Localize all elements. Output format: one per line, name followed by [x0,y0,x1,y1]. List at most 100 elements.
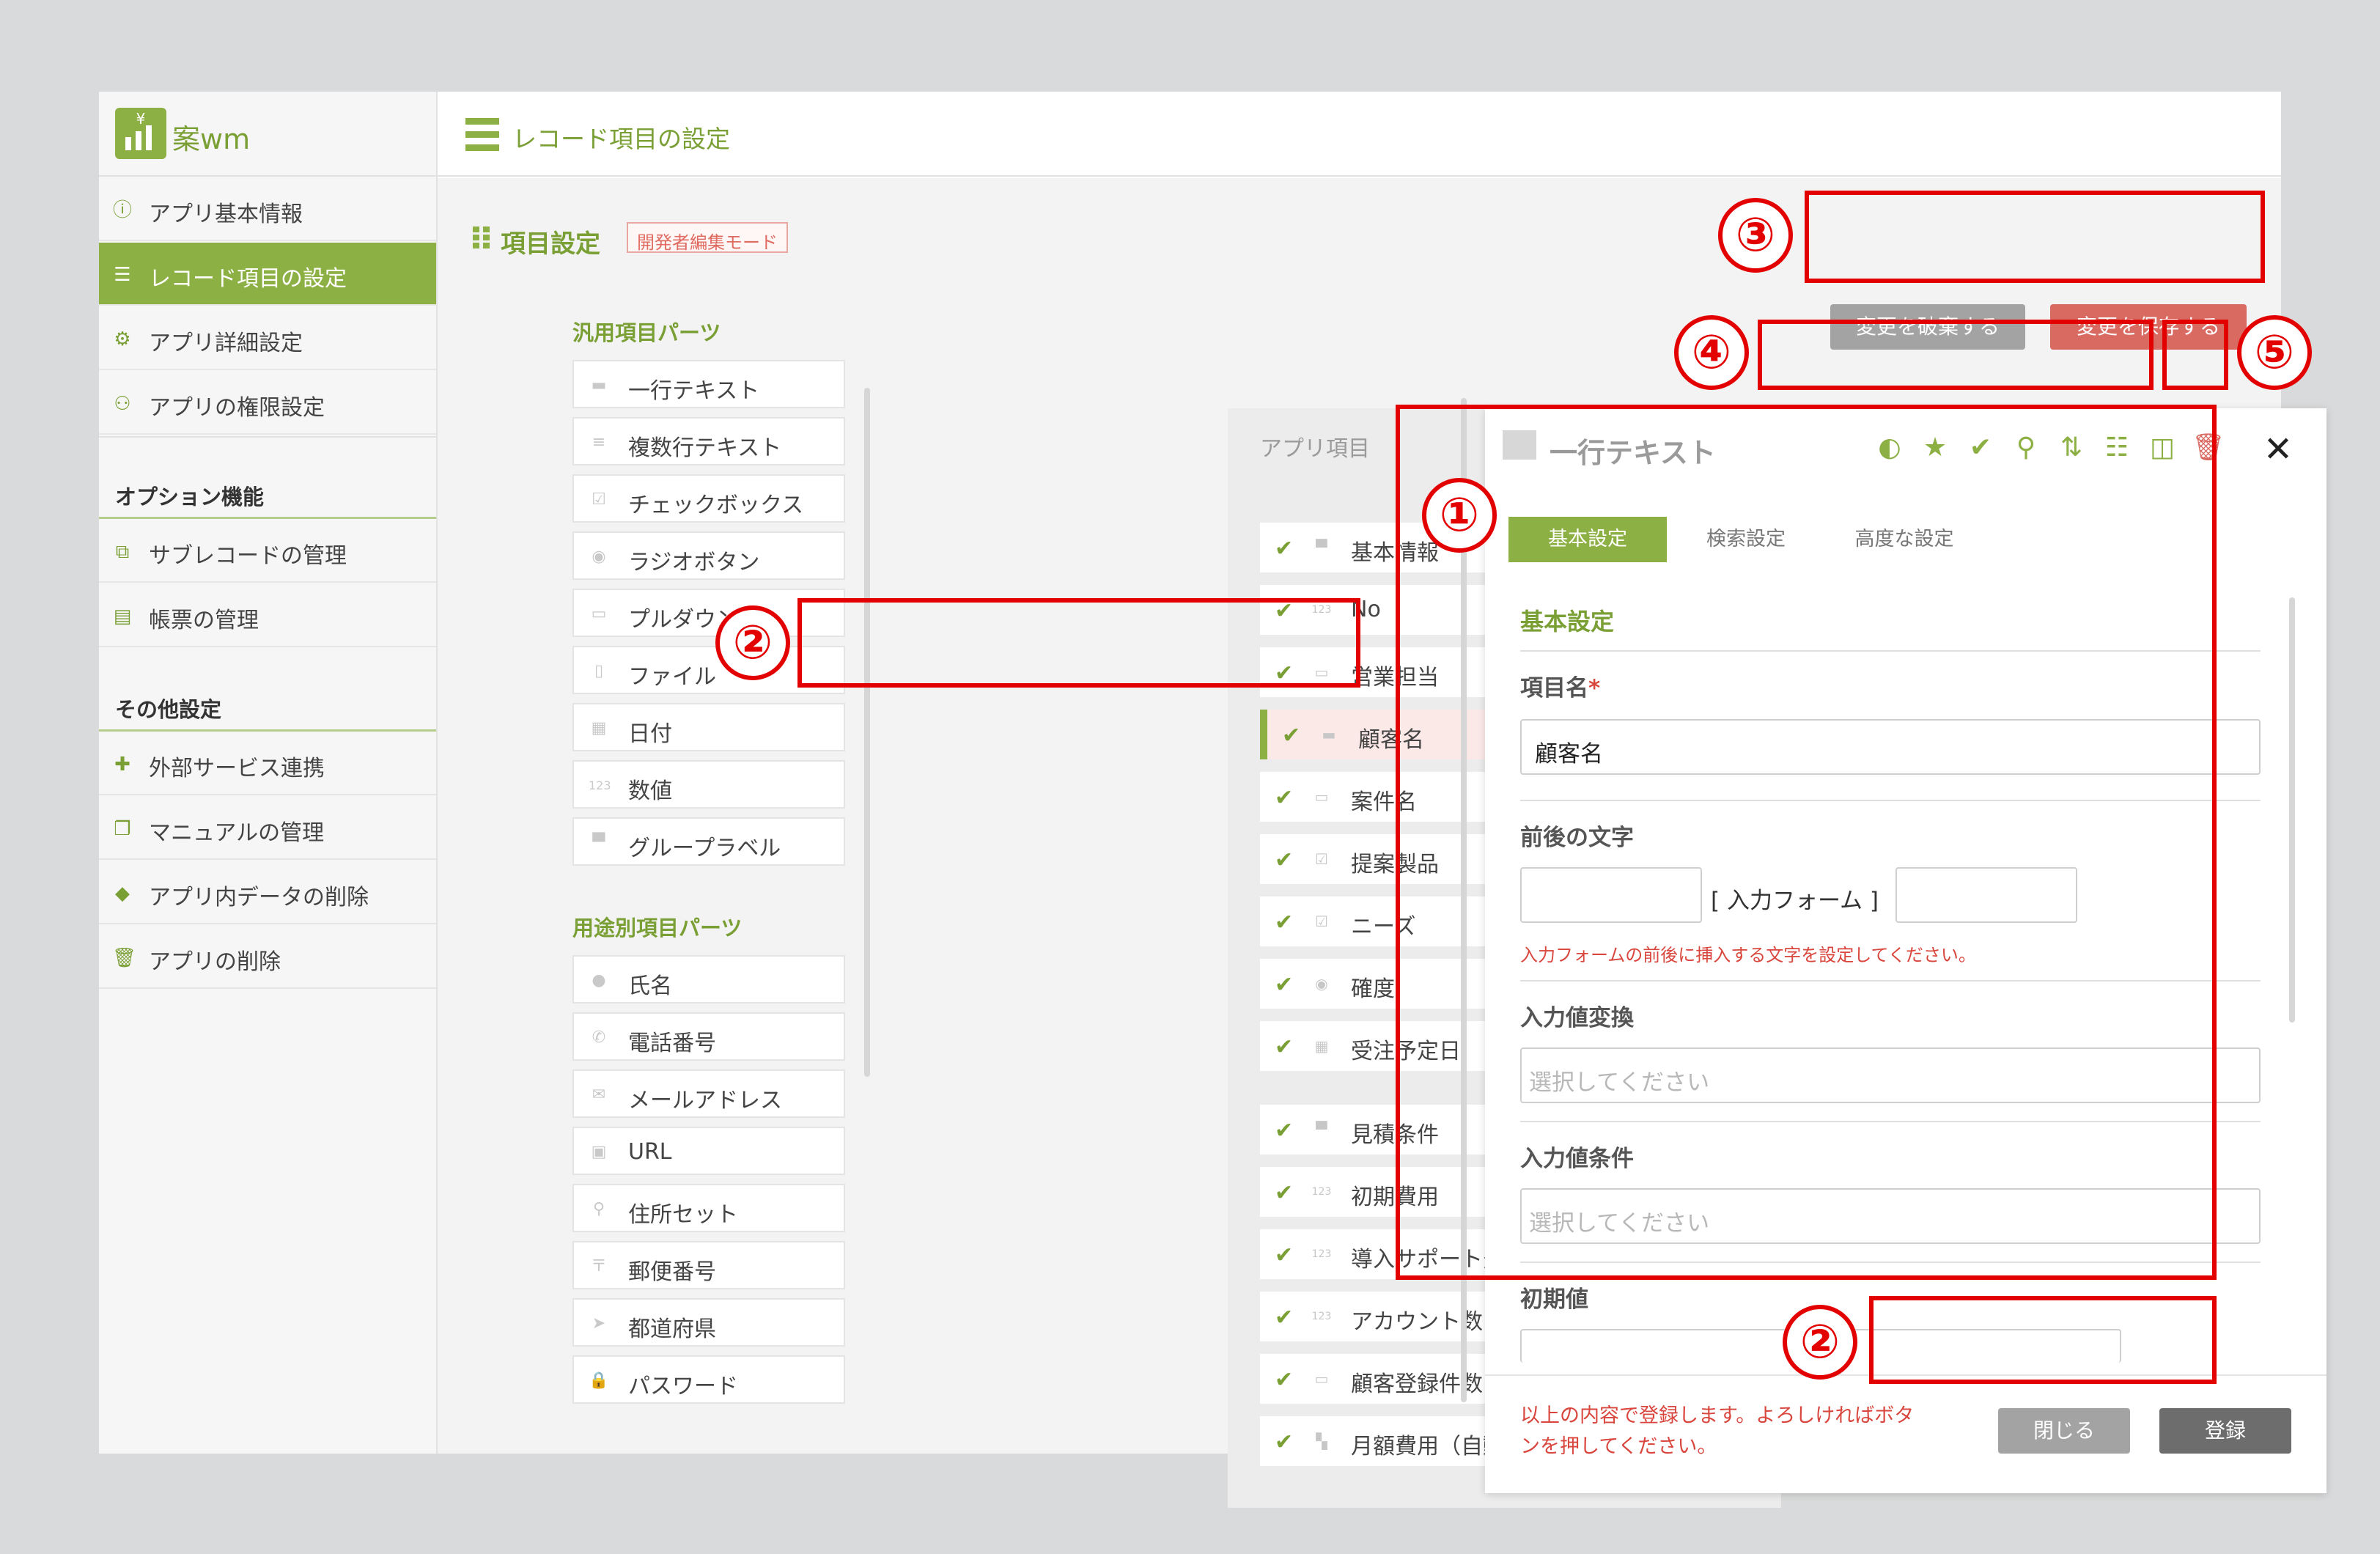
part-prefecture[interactable]: ➤ 都道府県 [572,1298,845,1347]
check-icon: ✔ [1275,1242,1294,1268]
sidebar-section-options: オプション機能 [115,485,265,509]
sidebar-item-manuals[interactable]: ❐ マニュアルの管理 [99,797,436,860]
part-email[interactable]: ✉ メールアドレス [572,1069,845,1118]
dropdown-icon: ▭ [591,605,607,623]
sidebar-item-delete-data[interactable]: ◆ アプリ内データの削除 [99,861,436,924]
grid-icon [473,227,490,248]
part-url[interactable]: ▣ URL [572,1127,845,1175]
layers-icon: ⧉ [115,541,130,563]
sidebar-section-others: その他設定 [115,697,222,722]
register-button[interactable]: 登録 [2159,1408,2291,1454]
sidebar-item-label: レコード項目の設定 [149,266,347,292]
annotation-number-2b: ② [1783,1305,1857,1380]
default-value-label: 初期値 [1520,1286,1588,1313]
annotation-number-2: ② [715,605,790,680]
part-password[interactable]: 🔒 パスワード [572,1355,845,1404]
radio-icon: ◉ [1315,975,1328,993]
part-label: 一行テキスト [628,378,760,404]
eraser-icon: ◆ [115,883,130,905]
close-icon[interactable]: ✕ [2252,423,2305,476]
browser-icon: ▣ [591,1143,607,1161]
checkbox-icon: ☑ [1315,850,1328,868]
sidebar-item-forms[interactable]: ▤ 帳票の管理 [99,584,436,647]
check-icon: ✔ [1282,723,1301,748]
check-icon: ✔ [1275,910,1294,935]
sidebar-item-app-info[interactable]: ⓘ アプリ基本情報 [99,178,436,241]
part-label: 日付 [628,721,672,747]
minus-icon: ▬ [591,376,607,394]
dropdown-icon: ▭ [1314,788,1329,806]
sidebar-item-label: アプリ内データの削除 [149,885,369,910]
file-icon: ▯ [594,662,604,680]
sidebar-item-external[interactable]: ✚ 外部サービス連携 [99,732,436,795]
check-icon: ✔ [1275,1429,1294,1455]
check-icon: ✔ [1275,1118,1294,1144]
gear-icon: ⚙ [114,328,131,350]
minus-icon: ▬ [1322,726,1336,743]
part-date[interactable]: ▦ 日付 [572,703,845,751]
checkbox-icon: ☑ [1315,913,1328,930]
annotation-box-selected-item [797,598,1360,688]
divider [99,436,436,438]
book-icon: ❐ [114,818,131,840]
annotation-number-4: ④ [1674,315,1749,390]
sidebar-item-record-fields[interactable]: ☰ レコード項目の設定 [99,243,436,306]
part-group-label[interactable]: ▀ グループラベル [572,817,845,866]
logo-mark-icon: ¥ [115,108,166,159]
check-icon: ✔ [1275,972,1294,998]
part-single-line-text[interactable]: ▬ 一行テキスト [572,360,845,408]
annotation-box-toolbar [1758,320,2154,390]
number-icon: 123 [589,778,611,792]
check-icon: ✔ [1275,1180,1294,1206]
part-multi-line-text[interactable]: ≡ 複数行テキスト [572,417,845,465]
number-icon: 123 [1311,1248,1332,1260]
close-button[interactable]: 閉じる [1998,1408,2130,1454]
sidebar-item-subrecords[interactable]: ⧉ サブレコードの管理 [99,520,436,583]
annotation-number-3: ③ [1718,198,1793,273]
part-radio[interactable]: ◉ ラジオボタン [572,531,845,580]
check-icon: ✔ [1275,1034,1294,1060]
annotation-box-actions [1805,191,2265,283]
part-label: グループラベル [628,836,781,861]
sidebar-item-delete-app[interactable]: 🗑 アプリの削除 [99,926,436,989]
lines-icon: ≡ [592,433,606,452]
app-items-heading: アプリ項目 [1260,436,1370,462]
list-icon: ☰ [114,264,131,286]
part-label: 氏名 [628,973,672,999]
calculation-icon: ▚ [1316,1432,1327,1450]
annotation-box-close [2162,320,2228,390]
list-icon [465,118,499,152]
excel-icon: ▤ [113,605,132,627]
calendar-icon: ▦ [1314,1037,1329,1055]
scrollbar[interactable] [2289,597,2295,1023]
part-label: 都道府県 [628,1317,716,1342]
sidebar-item-label: サブレコードの管理 [149,543,347,569]
part-label: 住所セット [628,1202,738,1228]
map-pin-icon: ⚲ [592,1200,605,1218]
number-icon: 123 [1311,1186,1332,1198]
part-checkbox[interactable]: ☑ チェックボックス [572,474,845,523]
part-address[interactable]: ⚲ 住所セット [572,1184,845,1232]
dropdown-icon: ▭ [1314,1370,1329,1388]
phone-icon: ✆ [592,1028,606,1047]
users-lock-icon: ⚇ [114,393,131,415]
sidebar-item-label: 帳票の管理 [149,608,259,633]
sidebar-item-permissions[interactable]: ⚇ アプリの権限設定 [99,372,436,435]
sidebar-item-app-detail[interactable]: ⚙ アプリ詳細設定 [99,307,436,370]
scrollbar[interactable] [864,388,870,1077]
sidebar-item-label: アプリ基本情報 [149,202,303,227]
part-name[interactable]: ● 氏名 [572,955,845,1004]
part-postal-code[interactable]: 〒 郵便番号 [572,1241,845,1289]
logo[interactable]: ¥ 案wm [99,92,438,177]
mail-icon: ✉ [592,1086,606,1104]
sidebar-item-label: 外部サービス連携 [149,756,325,781]
radio-icon: ◉ [592,548,606,566]
svg-text:¥: ¥ [136,110,146,128]
part-phone[interactable]: ✆ 電話番号 [572,1012,845,1061]
group-label-icon: ▀ [592,833,605,852]
info-icon: ⓘ [112,199,132,221]
divider [99,729,436,732]
sidebar: ¥ 案wm ⓘ アプリ基本情報 ☰ レコード項目の設定 ⚙ アプリ詳細設定 ⚇ … [99,92,438,1454]
divider [99,517,436,519]
part-number[interactable]: 123 数値 [572,760,845,809]
